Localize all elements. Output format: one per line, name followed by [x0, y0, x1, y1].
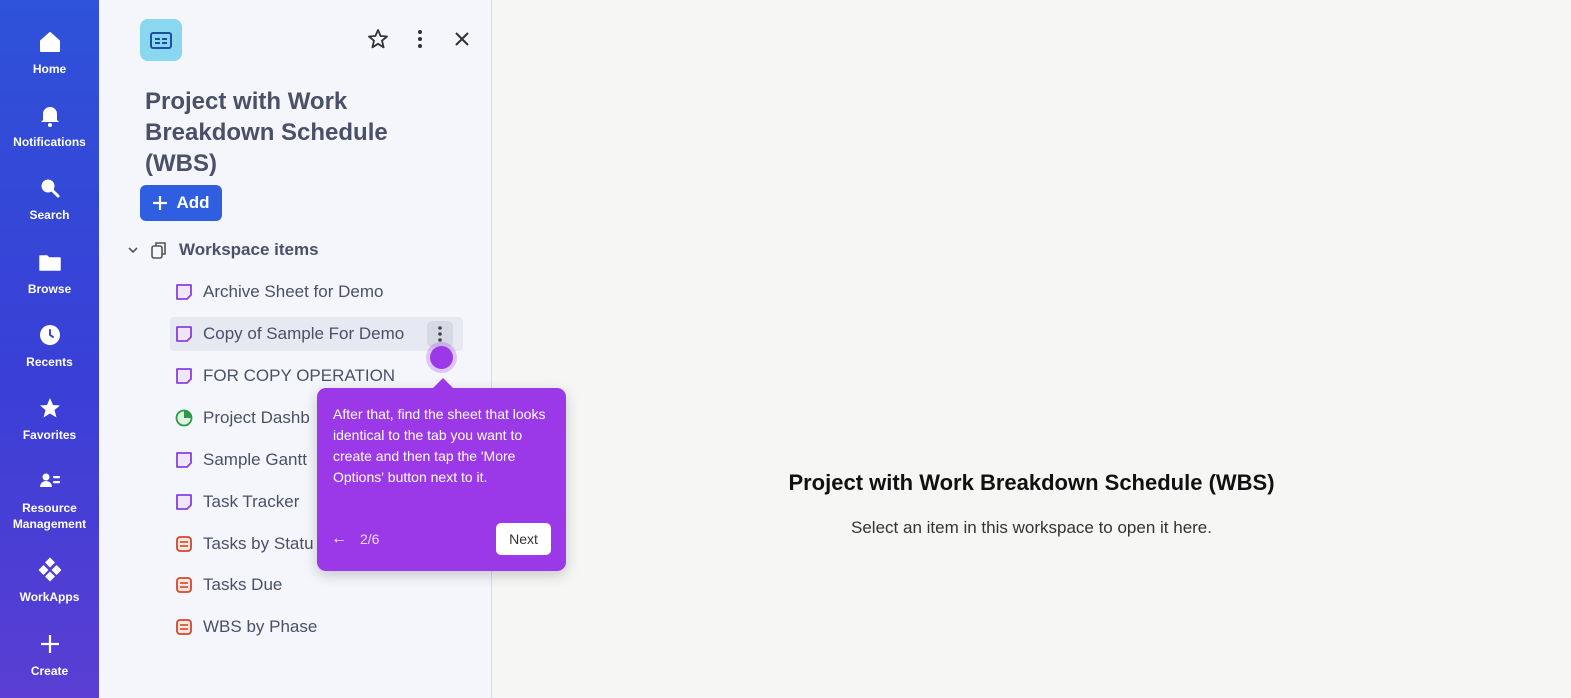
list-item-label: FOR COPY OPERATION [203, 366, 396, 385]
list-item-wbs-by-phase[interactable]: WBS by Phase [170, 610, 463, 644]
list-item-archive-sheet[interactable]: Archive Sheet for Demo [170, 275, 463, 309]
close-button[interactable] [449, 26, 475, 52]
nav-favorites[interactable]: Favorites [0, 395, 99, 443]
nav-search[interactable]: Search [0, 175, 99, 223]
list-item-copy-of-sample[interactable]: Copy of Sample For Demo [170, 317, 463, 351]
list-item-label: Project Dashb [203, 408, 310, 427]
copy-stack-icon [151, 242, 166, 259]
star-outline-icon [368, 29, 388, 49]
nav-resource-management[interactable]: Resource Management [0, 468, 99, 532]
nav-browse[interactable]: Browse [0, 249, 99, 297]
nav-recents[interactable]: Recents [0, 322, 99, 370]
plus-icon [40, 635, 59, 653]
plus-icon [153, 196, 168, 210]
nav-create-label: Create [30, 664, 69, 678]
list-item-label: Copy of Sample For Demo [203, 324, 405, 343]
dashboard-icon [175, 409, 193, 427]
nav-home[interactable]: Home [0, 29, 99, 77]
nav-workapps[interactable]: WorkApps [0, 557, 99, 605]
nav-browse-label: Browse [27, 282, 72, 296]
report-icon [176, 577, 192, 593]
search-icon [41, 179, 59, 198]
bell-icon [40, 107, 59, 127]
list-item-label: WBS by Phase [203, 617, 318, 636]
sheet-icon [176, 494, 192, 510]
report-icon [176, 619, 192, 635]
list-item-tasks-due[interactable]: Tasks Due [170, 568, 463, 602]
list-item-label: Task Tracker [203, 492, 300, 511]
clock-icon [39, 325, 60, 345]
home-icon [39, 32, 60, 52]
nav-create[interactable]: Create [0, 631, 99, 679]
report-icon [176, 536, 192, 552]
sheet-icon [176, 326, 192, 342]
main-title: Project with Work Breakdown Schedule (WB… [788, 470, 1275, 495]
nav-notifications[interactable]: Notifications [0, 102, 99, 150]
chevron-down-icon [128, 247, 138, 254]
workspace-items-label: Workspace items [179, 240, 319, 259]
workspace-briefcase-icon [150, 32, 172, 49]
guide-step-counter: 2/6 [360, 531, 380, 547]
folder-icon [38, 255, 61, 271]
nav-notifications-label: Notifications [13, 135, 86, 149]
add-button-label: Add [176, 193, 210, 212]
more-options-button[interactable] [407, 26, 433, 52]
nav-recents-label: Recents [26, 355, 73, 369]
nav-home-label: Home [32, 62, 67, 76]
guide-back-button[interactable]: ← [331, 530, 347, 548]
left-nav-rail: Home Notifications Search Browse Recents… [0, 0, 99, 698]
workapps-icon [38, 557, 61, 582]
star-icon [39, 398, 60, 418]
nav-resource-management-label: Resource Management [12, 501, 87, 531]
list-item-label: Sample Gantt [203, 450, 307, 469]
sheet-icon [176, 284, 192, 300]
vertical-dots-icon [418, 30, 422, 48]
workspace-title: Project with Work Breakdown Schedule (WB… [145, 88, 388, 177]
workspace-icon [140, 19, 182, 61]
sheet-icon [176, 368, 192, 384]
list-item-label: Archive Sheet for Demo [203, 282, 384, 301]
nav-favorites-label: Favorites [22, 428, 77, 442]
list-item-label: Tasks by Statu [203, 534, 314, 553]
close-icon [455, 32, 469, 46]
guide-beacon [430, 346, 453, 369]
vertical-dots-icon [438, 326, 442, 342]
workspace-items-toggle[interactable]: Workspace items [127, 238, 319, 262]
people-icon [39, 473, 60, 487]
add-button[interactable]: Add [140, 185, 222, 221]
list-item-label: Tasks Due [203, 575, 283, 594]
favorite-button[interactable] [365, 26, 391, 52]
main-subtitle: Select an item in this workspace to open… [851, 518, 1212, 537]
sheet-icon [176, 452, 192, 468]
nav-search-label: Search [29, 208, 70, 222]
item-more-options-button[interactable] [427, 321, 453, 347]
nav-workapps-label: WorkApps [19, 590, 80, 604]
